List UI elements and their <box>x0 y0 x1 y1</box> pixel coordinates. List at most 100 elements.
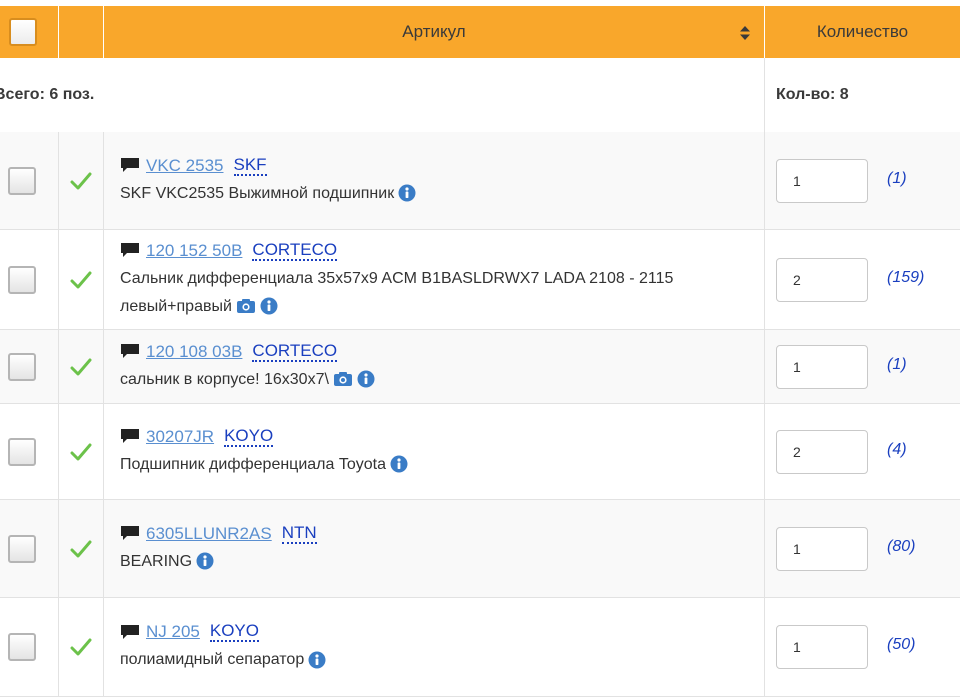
info-icon[interactable] <box>357 370 375 388</box>
row-checkbox[interactable] <box>8 352 36 381</box>
total-positions: Всего: 6 поз. <box>0 86 95 103</box>
row-divider <box>103 132 104 229</box>
item-info: VKC 2535 SKF SKF VKC2535 Выжимной подшип… <box>120 154 752 208</box>
table-row: 6305LLUNR2AS NTN BEARING (80) <box>0 500 960 598</box>
row-checkbox[interactable] <box>8 534 36 563</box>
quantity-column-label: Количество <box>816 22 909 41</box>
availability-link[interactable]: (1) <box>887 356 907 374</box>
comment-icon[interactable] <box>120 525 140 542</box>
row-divider <box>764 404 765 499</box>
item-description: Сальник дифференциала 35x57x9 ACM B1BASL… <box>120 269 674 315</box>
availability-link[interactable]: (50) <box>887 636 915 654</box>
item-info: 6305LLUNR2AS NTN BEARING <box>120 522 752 576</box>
row-checkbox[interactable] <box>8 437 36 466</box>
item-description: Подшипник дифференциала Toyota <box>120 455 386 473</box>
article-link[interactable]: VKC 2535 <box>146 156 224 176</box>
item-description: полиамидный сепаратор <box>120 651 305 668</box>
comment-icon[interactable] <box>120 157 140 174</box>
brand-link[interactable]: KOYO <box>209 622 259 642</box>
check-icon <box>70 443 92 460</box>
row-divider <box>103 598 104 696</box>
article-link[interactable]: 120 108 03B <box>146 342 242 362</box>
quantity-input[interactable] <box>776 257 868 302</box>
camera-icon[interactable] <box>236 298 256 314</box>
brand-link[interactable]: CORTECO <box>252 240 338 261</box>
table-row: 30207JR KOYO Подшипник дифференциала Toy… <box>0 404 960 500</box>
info-icon[interactable] <box>398 184 416 202</box>
article-column-header[interactable]: Артикул <box>104 6 764 58</box>
quantity-input[interactable] <box>776 158 868 203</box>
quantity-input[interactable] <box>776 526 868 571</box>
item-description: BEARING <box>120 552 193 570</box>
row-divider <box>764 330 765 403</box>
select-all-checkbox[interactable] <box>9 18 37 46</box>
sort-icon[interactable] <box>740 26 750 40</box>
row-divider <box>58 404 59 499</box>
article-link[interactable]: 30207JR <box>146 427 214 447</box>
row-divider <box>58 132 59 229</box>
info-icon[interactable] <box>260 297 278 315</box>
availability-link[interactable]: (80) <box>887 538 915 556</box>
article-column-label: Артикул <box>402 22 466 41</box>
availability-link[interactable]: (4) <box>887 441 907 459</box>
availability-link[interactable]: (1) <box>887 170 907 188</box>
row-divider <box>103 500 104 597</box>
row-checkbox[interactable] <box>8 166 36 195</box>
table-header: Артикул Количество <box>0 6 960 58</box>
quantity-input[interactable] <box>776 625 868 669</box>
row-checkbox[interactable] <box>8 633 36 661</box>
row-divider <box>764 230 765 329</box>
item-info: 120 108 03B CORTECO сальник в корпусе! 1… <box>120 340 752 394</box>
availability-link[interactable]: (159) <box>887 269 924 287</box>
summary-row: Всего: 6 поз. Кол-во: 8 <box>0 58 960 133</box>
row-checkbox[interactable] <box>8 265 36 294</box>
quantity-column-header: Количество <box>765 6 960 58</box>
item-description: SKF VKC2535 Выжимной подшипник <box>120 184 395 202</box>
check-icon <box>70 540 92 557</box>
quantity-input[interactable] <box>776 344 868 389</box>
select-all-cell <box>0 6 58 58</box>
check-icon <box>70 358 92 375</box>
header-divider <box>58 6 59 58</box>
row-divider <box>764 500 765 597</box>
quantity-input[interactable] <box>776 429 868 474</box>
brand-link[interactable]: NTN <box>281 523 317 544</box>
article-link[interactable]: 120 152 50B <box>146 241 242 261</box>
row-divider <box>58 500 59 597</box>
row-divider <box>58 598 59 696</box>
info-icon[interactable] <box>196 552 214 570</box>
comment-icon[interactable] <box>120 242 140 259</box>
row-divider <box>103 230 104 329</box>
top-border <box>0 0 960 4</box>
row-divider <box>764 598 765 696</box>
item-info: 30207JR KOYO Подшипник дифференциала Toy… <box>120 425 752 479</box>
table-row: 120 108 03B CORTECO сальник в корпусе! 1… <box>0 330 960 404</box>
info-icon[interactable] <box>308 651 326 669</box>
row-divider <box>103 330 104 403</box>
row-divider <box>58 330 59 403</box>
row-divider <box>103 404 104 499</box>
table-row: NJ 205 KOYO полиамидный сепаратор (50) <box>0 598 960 697</box>
summary-divider <box>764 58 765 132</box>
article-link[interactable]: 6305LLUNR2AS <box>146 524 272 544</box>
table-row: 120 152 50B CORTECO Сальник дифференциал… <box>0 230 960 330</box>
comment-icon[interactable] <box>120 343 140 360</box>
table-row: VKC 2535 SKF SKF VKC2535 Выжимной подшип… <box>0 132 960 230</box>
row-divider <box>58 230 59 329</box>
brand-link[interactable]: KOYO <box>224 426 274 447</box>
check-icon <box>70 172 92 189</box>
comment-icon[interactable] <box>120 624 140 641</box>
info-icon[interactable] <box>390 455 408 473</box>
brand-link[interactable]: SKF <box>233 155 267 176</box>
camera-icon[interactable] <box>333 371 353 387</box>
article-link[interactable]: NJ 205 <box>146 622 200 642</box>
item-info: 120 152 50B CORTECO Сальник дифференциал… <box>120 239 752 321</box>
total-quantity: Кол-во: 8 <box>776 86 849 103</box>
check-icon <box>70 638 92 656</box>
brand-link[interactable]: CORTECO <box>252 341 338 362</box>
item-info: NJ 205 KOYO полиамидный сепаратор <box>120 620 752 674</box>
comment-icon[interactable] <box>120 428 140 445</box>
check-icon <box>70 271 92 288</box>
item-description: сальник в корпусе! 16x30x7\ <box>120 370 329 388</box>
row-divider <box>764 132 765 229</box>
